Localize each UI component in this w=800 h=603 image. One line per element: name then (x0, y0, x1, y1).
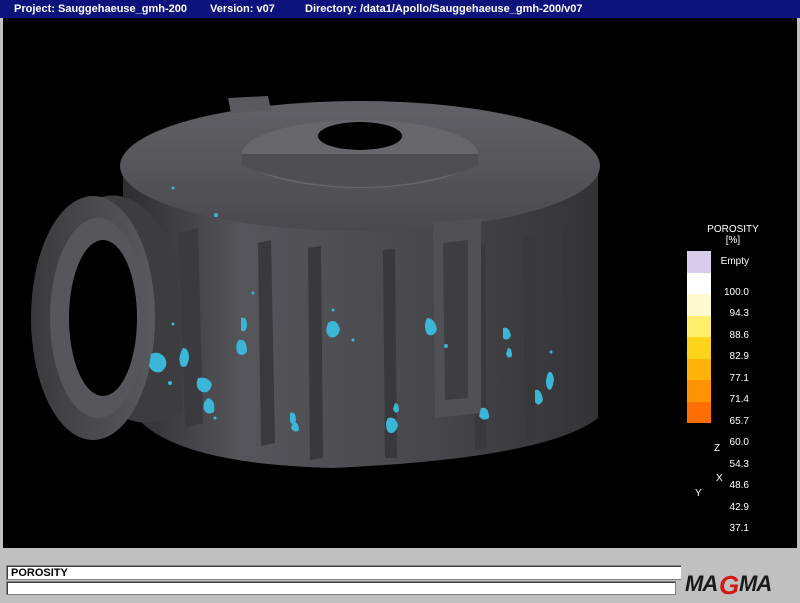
legend-value: 65.7 (729, 415, 749, 427)
magma-logo: MA G MA (681, 564, 797, 600)
status-field: POROSITY (6, 565, 684, 580)
legend-swatch (687, 315, 711, 337)
version-label: Version: v07 (210, 3, 275, 15)
svg-text:G: G (719, 570, 739, 600)
title-bar: Project: Sauggehaeuse_gmh-200 Version: v… (0, 0, 800, 18)
legend-value: 42.9 (729, 501, 749, 513)
axis-y-label: Y (695, 488, 702, 499)
3d-viewport[interactable]: POROSITY [%] Empty 100.0 94.3 88.6 82.9 77.1 7… (3, 18, 797, 548)
status-area: POROSITY (0, 548, 800, 603)
axis-x-label: X (716, 473, 723, 484)
legend-value: 54.3 (729, 458, 749, 470)
legend-value: 77.1 (729, 372, 749, 384)
casting-model[interactable] (3, 18, 797, 548)
message-field (6, 581, 676, 595)
legend-swatch (687, 272, 711, 294)
legend-title: POROSITY (707, 224, 759, 235)
legend-swatch (687, 358, 711, 380)
status-field-label: POROSITY (11, 567, 68, 579)
legend-value: 37.1 (729, 523, 749, 534)
legend-swatch (687, 401, 711, 423)
project-name: Project: Sauggehaeuse_gmh-200 (14, 3, 188, 15)
legend-swatch (687, 380, 711, 402)
axis-z-label: Z (714, 443, 721, 454)
legend-unit: [%] (725, 235, 741, 246)
legend-value: 100.0 (723, 286, 749, 298)
legend-value: 94.3 (729, 308, 749, 319)
legend-value: 88.6 (729, 329, 749, 341)
legend-value: 82.9 (729, 351, 749, 362)
legend-value: 71.4 (729, 394, 749, 405)
legend-swatch (687, 251, 711, 273)
svg-text:MA: MA (739, 571, 771, 596)
directory-path: Directory: /data1/Apollo/Sauggehaeuse_gm… (305, 3, 583, 15)
svg-text:MA: MA (685, 571, 717, 596)
legend-swatch (687, 294, 711, 316)
legend-value: Empty (720, 256, 749, 267)
legend-swatch (687, 337, 711, 359)
